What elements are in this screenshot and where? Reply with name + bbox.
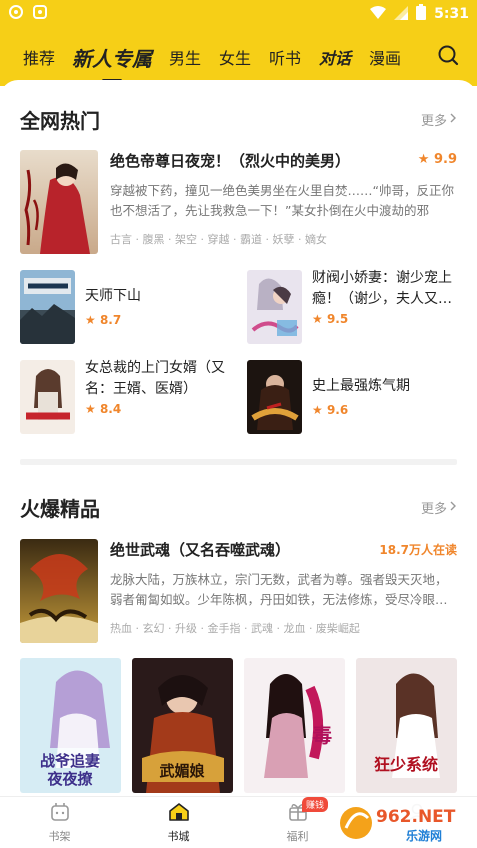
bookshelf-icon (49, 802, 71, 826)
tab-audiobook[interactable]: 听书 (260, 45, 310, 69)
book-info: 天师下山 ★ 8.7 (85, 270, 230, 346)
book-description: 穿越被下药，撞见一绝色美男坐在火里自焚……“帅哥，反正你也不想活了，先让我救急一… (110, 183, 454, 218)
book-info: 绝色帝尊日夜宠！（烈火中的美男） ★ 9.9 穿越被下药，撞见一绝色美男坐在火里… (110, 150, 457, 254)
tab-female[interactable]: 女生 (210, 45, 260, 69)
book-cover[interactable]: 狂少系统 (356, 658, 457, 793)
book-tags: 热血 · 玄幻 · 升级 · 金手指 · 武魂 · 龙血 · 废柴崛起 (110, 622, 360, 635)
featured-book[interactable]: 绝色帝尊日夜宠！（烈火中的美男） ★ 9.9 穿越被下药，撞见一绝色美男坐在火里… (20, 150, 457, 254)
bottom-tab-bookshelf[interactable]: 书架 (0, 797, 119, 848)
chevron-right-icon (449, 500, 457, 515)
cover-title-text: 狂少系统 (374, 755, 438, 774)
tab-recommend[interactable]: 推荐 (14, 45, 64, 69)
cover-title-text: 毒 (312, 723, 332, 747)
book-cover[interactable]: 毒 (244, 658, 345, 793)
watermark-sub-text: 乐游网 (406, 828, 442, 843)
book-score: ★ 8.7 (85, 313, 122, 327)
tab-newcomer[interactable]: 新人专属 (64, 43, 160, 72)
section-title: 火爆精品 (20, 496, 100, 521)
book-title: 史上最强炼气期 (312, 378, 410, 394)
more-link[interactable]: 更多 (421, 110, 457, 129)
app-notification-icon (32, 4, 48, 24)
tab-dialogue[interactable]: 对话 (310, 45, 360, 69)
book-cover[interactable] (20, 270, 75, 344)
site-watermark: 962.NET 乐游网 (336, 800, 471, 846)
book-cover[interactable] (20, 150, 98, 254)
status-time: 5:31 (434, 6, 469, 22)
boutique-section-header: 火爆精品 更多 (20, 492, 457, 522)
book-item[interactable]: 财阀小娇妻：谢少宠上瘾！（谢少，夫人又… ★ 9.5 (247, 270, 457, 346)
book-cover-row: 战爷追妻 夜夜撩 武媚娘 毒 狂少系统 (20, 658, 457, 793)
book-cover[interactable] (20, 539, 98, 643)
tab-male[interactable]: 男生 (160, 45, 210, 69)
book-cover[interactable] (247, 270, 302, 344)
book-score: ★ 9.9 (417, 152, 457, 167)
score-value: 9.5 (326, 312, 349, 326)
more-label: 更多 (420, 501, 447, 517)
reading-count: 18.7万人在读 (379, 543, 457, 557)
book-info: 绝世武魂（又名吞噬武魂） 18.7万人在读 龙脉大陆，万族林立，宗门无数，武者为… (110, 539, 457, 643)
hot-section-header: 全网热门 更多 (20, 104, 457, 134)
book-cover[interactable] (20, 360, 75, 434)
book-item[interactable]: 天师下山 ★ 8.7 (20, 270, 230, 346)
book-cover[interactable] (247, 360, 302, 434)
book-title: 绝色帝尊日夜宠！（烈火中的美男） (110, 152, 351, 170)
cover-title-text: 夜夜撩 (46, 770, 93, 788)
watermark-logo-text: 962.NET (376, 807, 456, 827)
book-title: 财阀小娇妻：谢少宠上瘾！（谢少，夫人又… (312, 270, 452, 307)
wifi-icon (370, 5, 387, 24)
book-cover[interactable]: 战爷追妻 夜夜撩 (20, 658, 121, 793)
score-value: 9.6 (326, 403, 349, 417)
book-title: 天师下山 (85, 288, 141, 304)
search-button[interactable] (433, 42, 463, 72)
score-value: 8.7 (99, 313, 122, 327)
top-nav: 推荐 新人专属 男生 女生 听书 对话 漫画 (0, 28, 477, 86)
section-divider (20, 459, 457, 465)
tab-comic[interactable]: 漫画 (360, 45, 410, 69)
chevron-right-icon (449, 112, 457, 127)
book-tags: 古言 · 腹黑 · 架空 · 穿越 · 霸道 · 妖孽 · 嫡女 (110, 233, 327, 246)
bottom-tab-bookstore[interactable]: 书城 (119, 797, 238, 848)
section-title: 全网热门 (20, 108, 100, 133)
more-link[interactable]: 更多 (421, 498, 457, 517)
signal-icon (394, 5, 409, 24)
bottom-tab-label: 书架 (48, 829, 71, 843)
book-score: ★ 9.6 (312, 403, 349, 417)
bottom-tab-label: 福利 (286, 829, 309, 843)
featured-book[interactable]: 绝世武魂（又名吞噬武魂） 18.7万人在读 龙脉大陆，万族林立，宗门无数，武者为… (20, 539, 457, 643)
welfare-badge: 赚钱 (302, 797, 329, 812)
book-title: 女总裁的上门女婿（又名：王婿、医婿） (85, 360, 225, 397)
more-label: 更多 (420, 113, 447, 129)
content-area: 全网热门 更多 绝色帝尊日夜宠！（烈火中的美男） ★ 9.9 穿越被下药，撞见一… (0, 80, 477, 796)
app-notification-icon (8, 4, 24, 24)
cover-title-text: 武媚娘 (159, 762, 205, 780)
book-info: 女总裁的上门女婿（又名：王婿、医婿） ★ 8.4 (85, 360, 230, 436)
book-cover[interactable]: 武媚娘 (132, 658, 233, 793)
book-description: 龙脉大陆，万族林立，宗门无数，武者为尊。强者毁天灭地，弱者匍匐如蚁。少年陈枫，丹… (110, 572, 448, 607)
cover-title-text: 战爷追妻 (40, 752, 100, 770)
score-value: 8.4 (99, 402, 122, 416)
status-bar: 5:31 (0, 0, 477, 28)
bookstore-icon (168, 802, 190, 826)
battery-icon (416, 4, 427, 24)
book-score: ★ 8.4 (85, 402, 122, 416)
book-info: 财阀小娇妻：谢少宠上瘾！（谢少，夫人又… ★ 9.5 (312, 270, 457, 346)
book-score: ★ 9.5 (312, 312, 349, 326)
book-info: 史上最强炼气期 ★ 9.6 (312, 360, 457, 436)
score-value: 9.9 (433, 152, 457, 167)
book-item[interactable]: 史上最强炼气期 ★ 9.6 (247, 360, 457, 436)
book-item[interactable]: 女总裁的上门女婿（又名：王婿、医婿） ★ 8.4 (20, 360, 230, 436)
bottom-tab-label: 书城 (167, 829, 190, 843)
search-icon (437, 44, 459, 70)
